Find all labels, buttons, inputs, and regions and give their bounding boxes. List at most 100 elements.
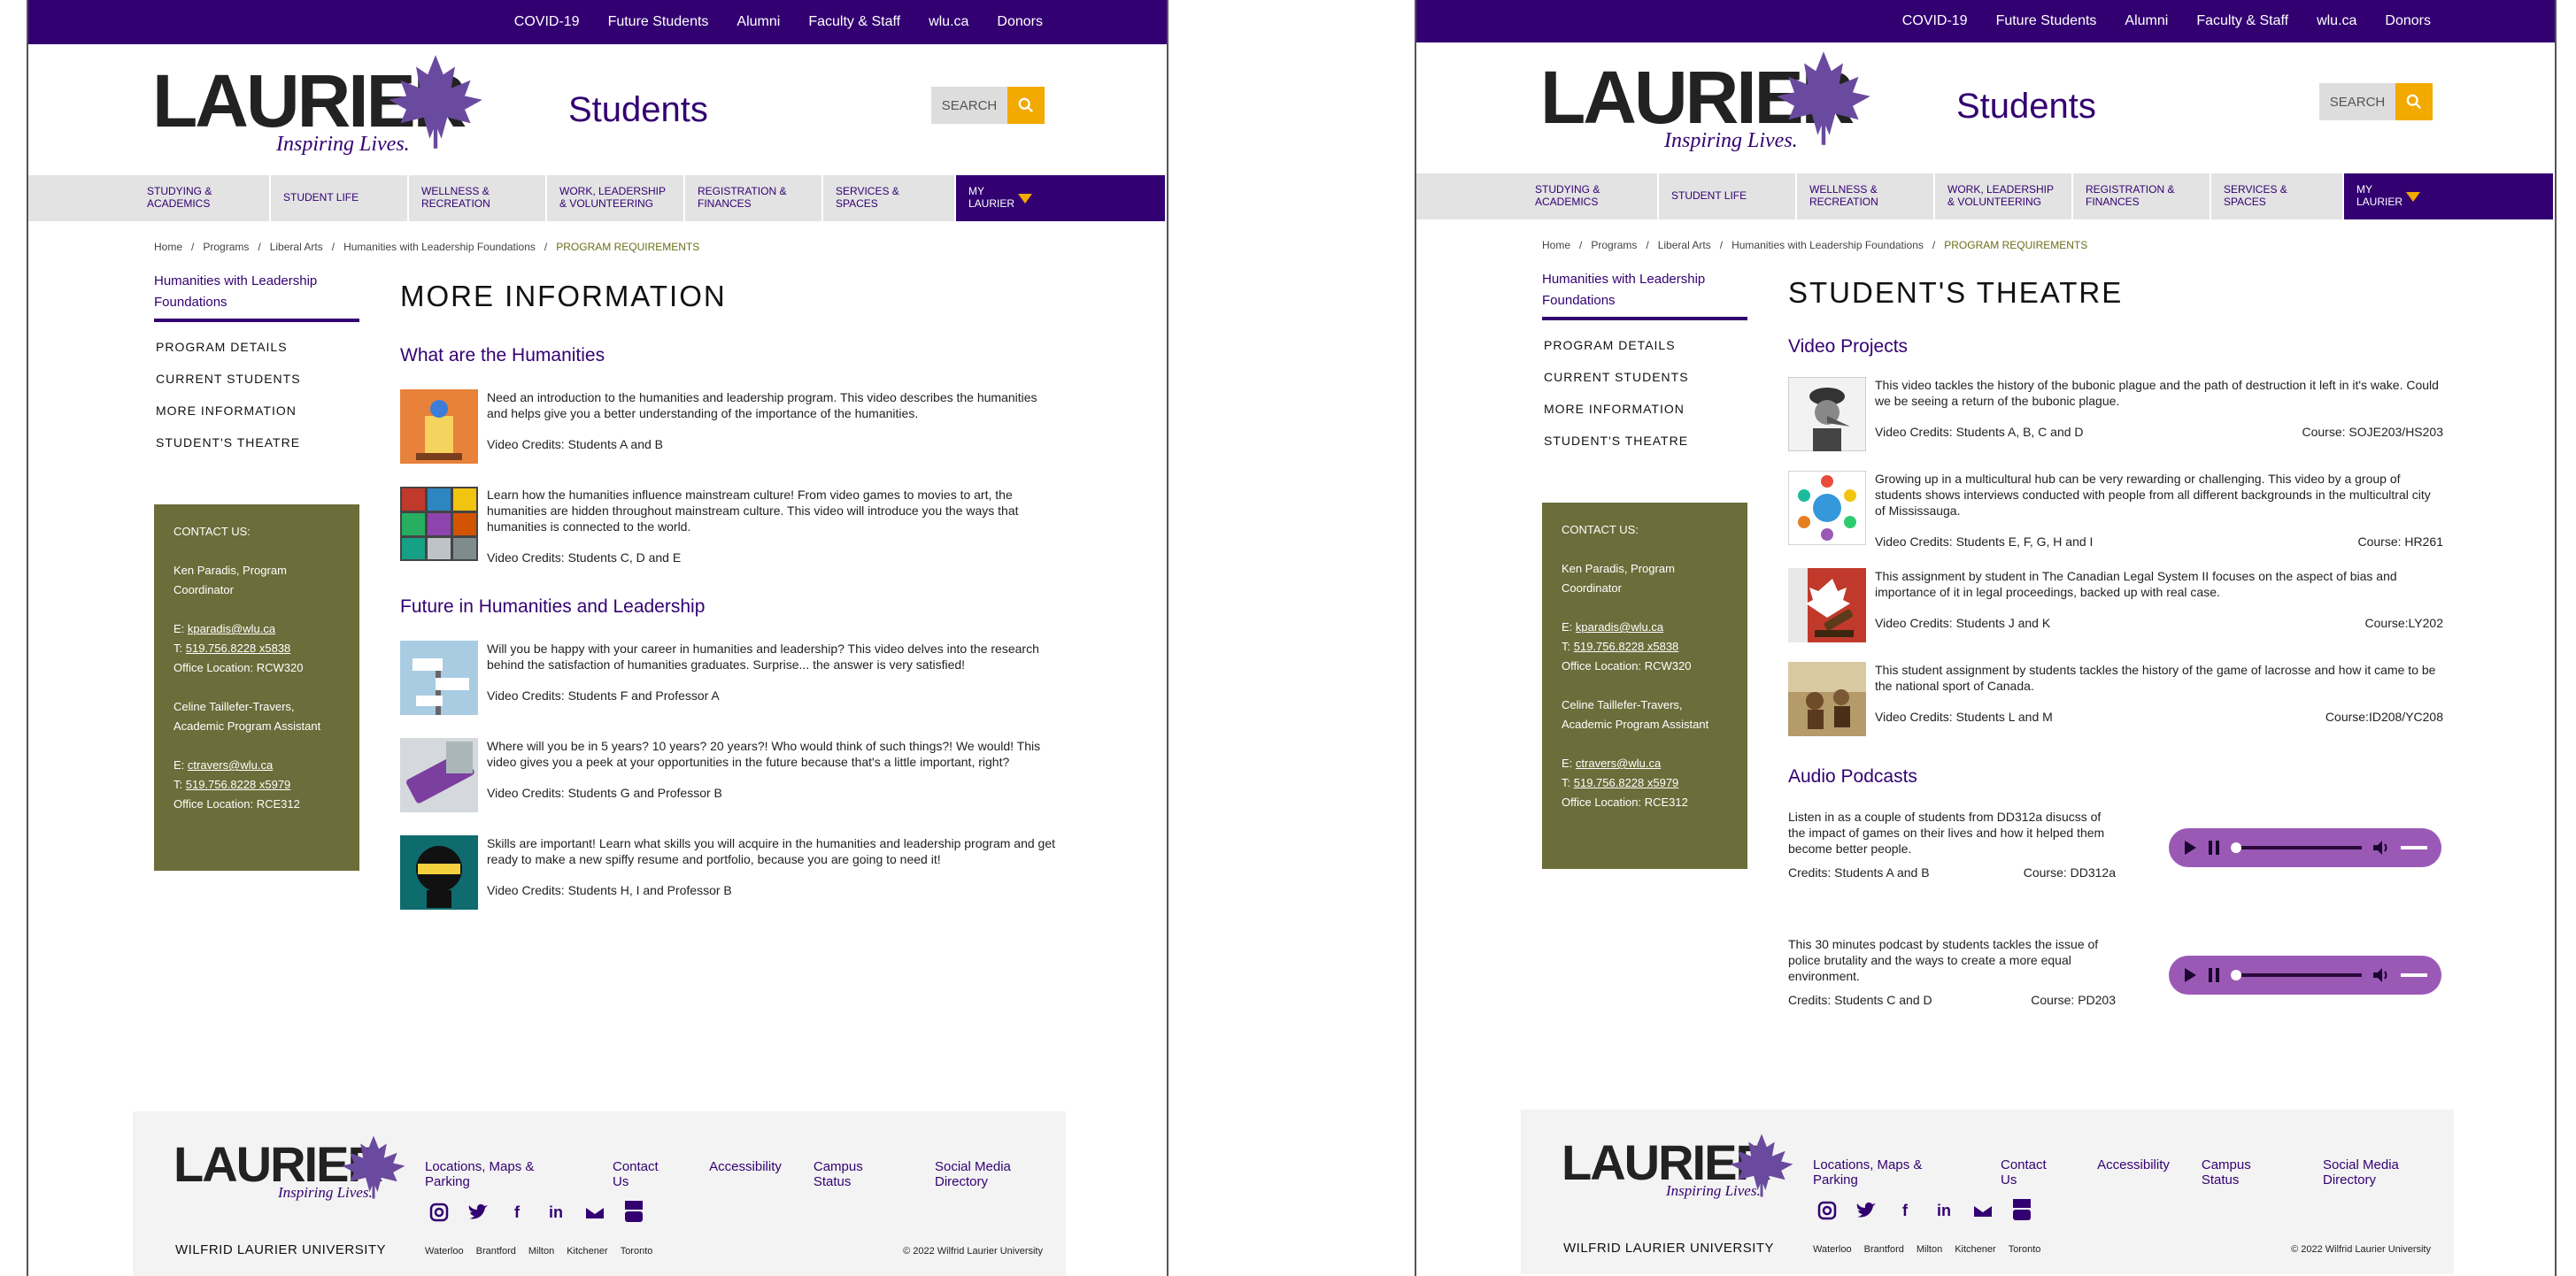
side-nav-current-students[interactable]: CURRENT STUDENTS [1542, 370, 1747, 384]
contact-phone-1[interactable]: 519.756.8228 x5838 [1574, 640, 1679, 653]
pause-icon[interactable] [2208, 967, 2220, 983]
video-entry[interactable]: Will you be happy with your career in hu… [400, 641, 1055, 715]
search-input[interactable]: SEARCH [2319, 83, 2395, 120]
breadcrumb-humanities[interactable]: Humanities with Leadership Foundations [343, 241, 536, 253]
nav-services-spaces[interactable]: SERVICES & SPACES [2211, 173, 2344, 219]
top-link-future-students[interactable]: Future Students [608, 14, 709, 30]
footer-link-accessibility[interactable]: Accessibility [709, 1159, 782, 1189]
nav-my-laurier[interactable]: MY LAURIER [956, 175, 1167, 221]
side-nav-more-information[interactable]: MORE INFORMATION [1542, 402, 1747, 416]
contact-phone-2[interactable]: 519.756.8228 x5979 [186, 778, 291, 791]
nav-wellness-recreation[interactable]: WELLNESS & RECREATION [409, 175, 547, 221]
twitter-icon[interactable] [1854, 1198, 1878, 1223]
footer-link-locations[interactable]: Locations, Maps & Parking [1813, 1157, 1969, 1188]
youtube-icon[interactable] [2009, 1198, 2034, 1223]
twitter-icon[interactable] [466, 1200, 490, 1225]
side-nav-program-details[interactable]: PROGRAM DETAILS [154, 340, 359, 354]
video-thumbnail[interactable] [400, 389, 478, 464]
breadcrumb-programs[interactable]: Programs [1591, 239, 1637, 251]
footer-link-contact[interactable]: Contact Us [613, 1159, 677, 1189]
contact-phone-1[interactable]: 519.756.8228 x5838 [186, 642, 291, 655]
nav-my-laurier[interactable]: MY LAURIER [2344, 173, 2555, 219]
contact-email-1[interactable]: kparadis@wlu.ca [188, 622, 275, 635]
nav-studying-academics[interactable]: STUDYING & ACADEMICS [135, 175, 271, 221]
video-entry[interactable]: This student assignment by students tack… [1788, 662, 2443, 736]
video-entry[interactable]: Learn how the humanities influence mains… [400, 487, 1055, 565]
nav-student-life[interactable]: STUDENT LIFE [1659, 173, 1797, 219]
campus-brantford[interactable]: Brantford [476, 1246, 516, 1257]
top-link-covid[interactable]: COVID-19 [1902, 13, 1968, 29]
top-link-wlu[interactable]: wlu.ca [929, 14, 968, 30]
nav-studying-academics[interactable]: STUDYING & ACADEMICS [1523, 173, 1659, 219]
breadcrumb-home[interactable]: Home [154, 241, 182, 253]
linkedin-icon[interactable]: in [1932, 1198, 1956, 1223]
video-entry[interactable]: This video tackles the history of the bu… [1788, 377, 2443, 451]
pause-icon[interactable] [2208, 840, 2220, 856]
flickr-icon[interactable] [1971, 1198, 1995, 1223]
flickr-icon[interactable] [582, 1200, 607, 1225]
nav-services-spaces[interactable]: SERVICES & SPACES [823, 175, 956, 221]
campus-kitchener[interactable]: Kitchener [1955, 1244, 1995, 1255]
contact-email-2[interactable]: ctravers@wlu.ca [1576, 757, 1661, 770]
side-nav-more-information[interactable]: MORE INFORMATION [154, 404, 359, 418]
footer-link-campus-status[interactable]: Campus Status [814, 1159, 903, 1189]
search-input[interactable]: SEARCH [931, 87, 1007, 124]
nav-registration-finances[interactable]: REGISTRATION & FINANCES [2073, 173, 2211, 219]
breadcrumb-programs[interactable]: Programs [203, 241, 249, 253]
video-thumbnail[interactable] [400, 641, 478, 715]
footer-logo[interactable]: LAURIER Inspiring Lives. [1562, 1133, 1793, 1203]
audio-seek-bar[interactable] [2231, 842, 2362, 853]
video-thumbnail[interactable] [400, 738, 478, 812]
top-link-wlu[interactable]: wlu.ca [2317, 13, 2356, 29]
video-thumbnail[interactable] [400, 487, 478, 561]
campus-brantford[interactable]: Brantford [1864, 1244, 1904, 1255]
side-nav-students-theatre[interactable]: STUDENT'S THEATRE [1542, 434, 1747, 448]
play-icon[interactable] [2183, 967, 2197, 983]
search-button[interactable] [1007, 87, 1045, 124]
top-link-alumni[interactable]: Alumni [737, 14, 780, 30]
contact-phone-2[interactable]: 519.756.8228 x5979 [1574, 776, 1679, 789]
instagram-icon[interactable] [1815, 1198, 1839, 1223]
video-thumbnail[interactable] [1788, 568, 1866, 642]
top-link-future-students[interactable]: Future Students [1996, 13, 2097, 29]
footer-link-social-media[interactable]: Social Media Directory [935, 1159, 1066, 1189]
laurier-logo[interactable]: LAURIER Inspiring Lives. [1540, 50, 1886, 156]
side-nav-program-details[interactable]: PROGRAM DETAILS [1542, 338, 1747, 352]
side-nav-current-students[interactable]: CURRENT STUDENTS [154, 372, 359, 386]
top-link-donors[interactable]: Donors [2385, 13, 2431, 29]
volume-slider[interactable] [2401, 973, 2427, 977]
campus-milton[interactable]: Milton [528, 1246, 554, 1257]
footer-link-contact[interactable]: Contact Us [2001, 1157, 2065, 1188]
seek-handle[interactable] [2231, 842, 2241, 853]
breadcrumb-liberal-arts[interactable]: Liberal Arts [270, 241, 323, 253]
top-link-faculty-staff[interactable]: Faculty & Staff [808, 14, 900, 30]
instagram-icon[interactable] [427, 1200, 451, 1225]
side-nav-head[interactable]: Humanities with Leadership Foundations [154, 271, 359, 322]
video-entry[interactable]: Need an introduction to the humanities a… [400, 389, 1055, 464]
footer-logo[interactable]: LAURIER Inspiring Lives. [174, 1134, 405, 1205]
play-icon[interactable] [2183, 840, 2197, 856]
site-title[interactable]: Students [568, 90, 708, 130]
campus-milton[interactable]: Milton [1917, 1244, 1942, 1255]
contact-email-1[interactable]: kparadis@wlu.ca [1576, 620, 1663, 634]
nav-wellness-recreation[interactable]: WELLNESS & RECREATION [1797, 173, 1935, 219]
volume-icon[interactable] [2372, 840, 2390, 856]
top-link-donors[interactable]: Donors [997, 14, 1043, 30]
video-thumbnail[interactable] [1788, 377, 1866, 451]
side-nav-students-theatre[interactable]: STUDENT'S THEATRE [154, 435, 359, 450]
youtube-icon[interactable] [621, 1200, 646, 1225]
video-thumbnail[interactable] [400, 835, 478, 910]
footer-link-campus-status[interactable]: Campus Status [2202, 1157, 2291, 1188]
top-link-faculty-staff[interactable]: Faculty & Staff [2196, 13, 2288, 29]
footer-link-social-media[interactable]: Social Media Directory [2323, 1157, 2454, 1188]
facebook-icon[interactable]: f [1893, 1198, 1917, 1223]
site-title[interactable]: Students [1956, 87, 2096, 127]
audio-seek-bar[interactable] [2231, 970, 2362, 980]
campus-waterloo[interactable]: Waterloo [1813, 1244, 1852, 1255]
footer-link-locations[interactable]: Locations, Maps & Parking [425, 1159, 581, 1189]
video-entry[interactable]: Where will you be in 5 years? 10 years? … [400, 738, 1055, 812]
nav-work-leadership[interactable]: WORK, LEADERSHIP & VOLUNTEERING [547, 175, 685, 221]
campus-waterloo[interactable]: Waterloo [425, 1246, 464, 1257]
side-nav-head[interactable]: Humanities with Leadership Foundations [1542, 269, 1747, 320]
nav-registration-finances[interactable]: REGISTRATION & FINANCES [685, 175, 823, 221]
